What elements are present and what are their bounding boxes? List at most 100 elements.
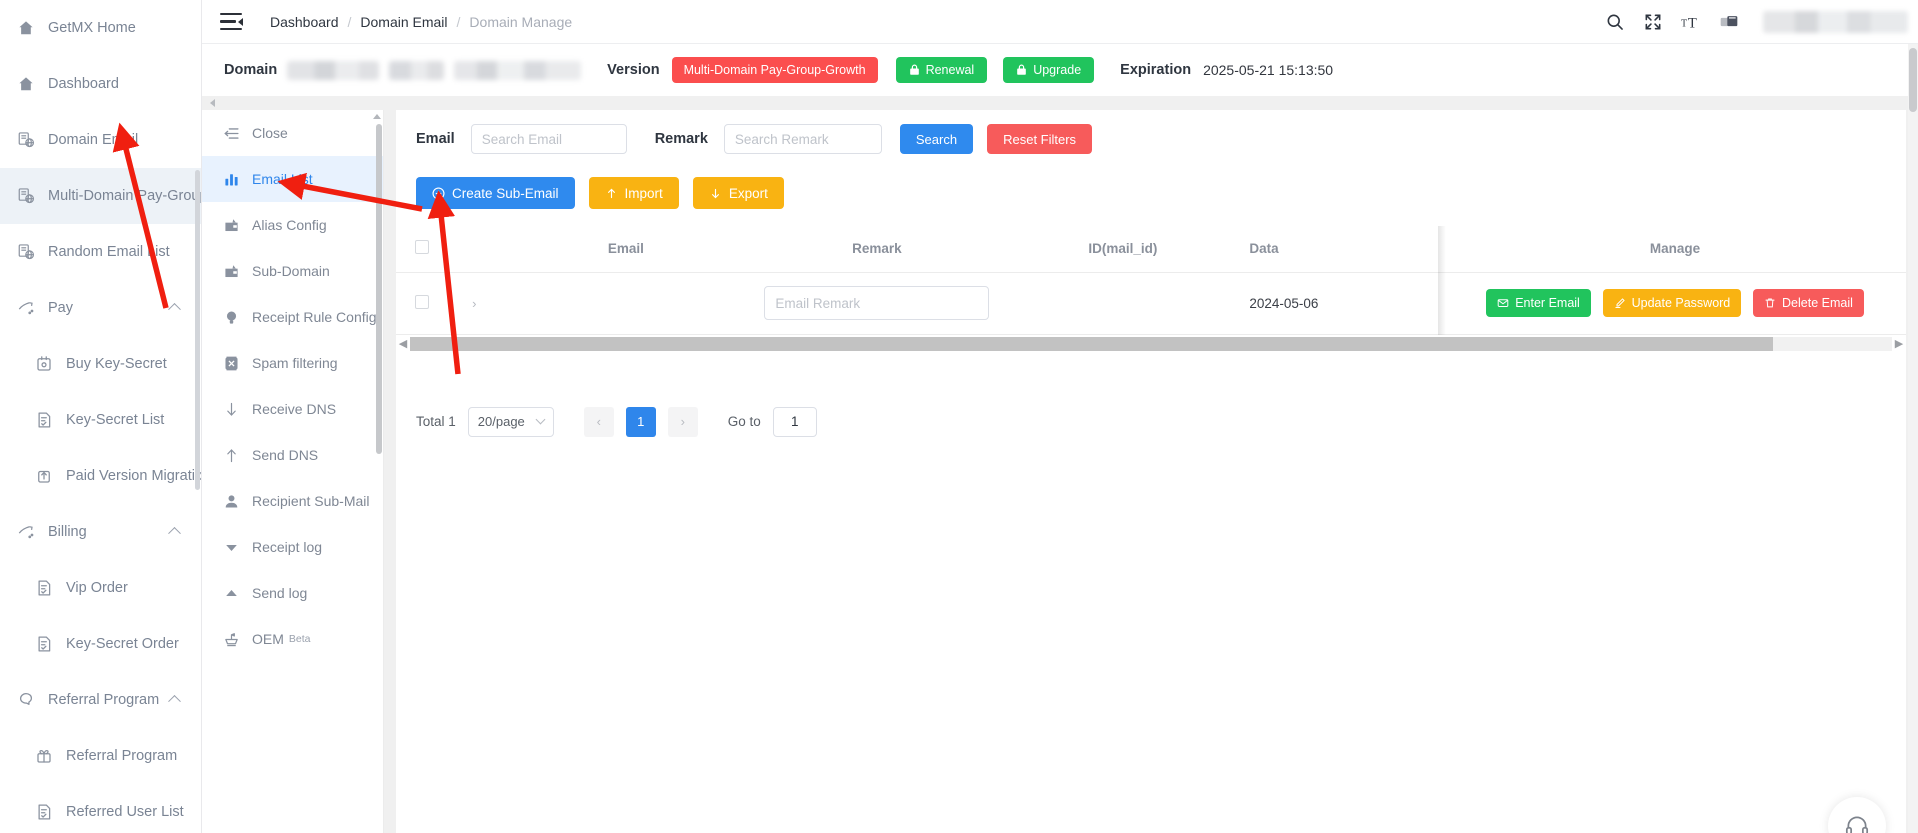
menu-item-close[interactable]: Close xyxy=(202,110,383,156)
search-email-input[interactable] xyxy=(470,124,627,154)
sidebar-item-getmx-home[interactable]: GetMX Home xyxy=(0,0,201,56)
upgrade-button[interactable]: Upgrade xyxy=(1003,57,1095,83)
select-all-checkbox[interactable] xyxy=(415,240,430,255)
pay-icon xyxy=(16,522,36,542)
oem-icon xyxy=(222,630,240,648)
domain-mail-icon xyxy=(18,244,35,260)
sidebar-item-multi-domain-pay-group[interactable]: Multi-Domain Pay-Group xyxy=(0,168,201,224)
page-size-select[interactable]: 20/page xyxy=(467,406,554,437)
prev-page-button[interactable]: ‹ xyxy=(583,406,614,437)
chevron-up-icon[interactable] xyxy=(168,694,181,708)
enter-email-button[interactable]: Enter Email xyxy=(1486,289,1591,317)
menu-item-send-dns[interactable]: Send DNS xyxy=(202,432,383,478)
pagination-total: Total 1 xyxy=(416,414,456,429)
renewal-button[interactable]: Renewal xyxy=(895,57,988,83)
sidebar-item-vip-order[interactable]: Vip Order xyxy=(0,560,201,616)
sidebar-item-label: Referral Program xyxy=(48,691,160,708)
sidebar-item-list: GetMX Home Dashboard Domain Email Multi-Dom… xyxy=(0,0,201,833)
next-page-button[interactable]: › xyxy=(667,406,698,437)
sidebar-item-paid-version-migration[interactable]: Paid Version Migration xyxy=(0,448,201,504)
page-vertical-scrollbar-thumb[interactable] xyxy=(1909,48,1917,112)
plus-circle-icon xyxy=(432,186,445,200)
sidebar-item-domain-email[interactable]: Domain Email xyxy=(0,112,201,168)
table-header-row: Email Remark ID(mail_id) Data Manage xyxy=(396,226,1906,273)
import-button[interactable]: Import xyxy=(588,177,679,209)
triangle-down-icon xyxy=(222,538,240,556)
menu-item-oem[interactable]: OEM Beta xyxy=(202,616,383,662)
chevron-up-icon[interactable] xyxy=(168,526,181,540)
sidebar-item-buy-key-secret[interactable]: Buy Key-Secret xyxy=(0,336,201,392)
sidebar-item-key-secret-order[interactable]: Key-Secret Order xyxy=(0,616,201,672)
menu-item-send-log[interactable]: Send log xyxy=(202,570,383,616)
font-size-icon[interactable]: T T xyxy=(1681,12,1701,32)
goto-page-input[interactable] xyxy=(772,406,817,437)
row-email-cell xyxy=(500,272,752,335)
panel-collapse-strip[interactable] xyxy=(202,96,1918,110)
search-icon[interactable] xyxy=(1605,12,1625,32)
menu-item-receipt-rule-config[interactable]: Receipt Rule Config xyxy=(202,294,383,340)
gift-icon xyxy=(37,749,51,763)
update-password-label: Update Password xyxy=(1631,296,1731,310)
page-vertical-scrollbar-track[interactable] xyxy=(1908,44,1918,833)
list-icon xyxy=(38,412,51,428)
row-remark-input[interactable] xyxy=(764,286,990,320)
export-button[interactable]: Export xyxy=(692,177,784,209)
sidebar-item-key-secret-list[interactable]: Key-Secret List xyxy=(0,392,201,448)
select-all-header xyxy=(396,226,449,273)
chevron-up-icon[interactable] xyxy=(168,302,181,316)
arrow-down-icon xyxy=(226,402,236,416)
scroll-left-icon[interactable]: ◀ xyxy=(396,335,410,353)
pagination: Total 1 20/page ‹ 1 › Go to xyxy=(396,387,1906,457)
sidebar-item-referral-program[interactable]: Referral Program xyxy=(0,728,201,784)
menu-item-alias-config[interactable]: Alias Config xyxy=(202,202,383,248)
fullscreen-icon[interactable] xyxy=(1643,12,1663,32)
menu-item-recipient-sub-mail[interactable]: Recipient Sub-Mail xyxy=(202,478,383,524)
menu-item-label: OEM xyxy=(252,631,284,647)
sidebar-item-billing[interactable]: Billing xyxy=(0,504,201,560)
arrow-down-icon xyxy=(222,400,240,418)
menu-item-receive-dns[interactable]: Receive DNS xyxy=(202,386,383,432)
search-button[interactable]: Search xyxy=(899,124,974,154)
update-password-button[interactable]: Update Password xyxy=(1602,289,1742,317)
breadcrumb-item-dashboard[interactable]: Dashboard xyxy=(270,14,339,30)
sidebar-scrollbar[interactable] xyxy=(195,170,200,490)
menu-item-sub-domain[interactable]: Sub-Domain xyxy=(202,248,383,294)
scroll-right-icon[interactable]: ▶ xyxy=(1892,335,1906,353)
menu-item-spam-filtering[interactable]: Spam filtering xyxy=(202,340,383,386)
sidebar-item-referral-program[interactable]: Referral Program xyxy=(0,672,201,728)
row-mail-id-cell xyxy=(1002,272,1244,335)
breadcrumb-item-domain-email[interactable]: Domain Email xyxy=(360,14,447,30)
domain-secondary-menu-list: Close Email List Alias Config Sub-Domain Rec… xyxy=(202,110,383,662)
menu-item-email-list[interactable]: Email List xyxy=(202,156,383,202)
migration-icon xyxy=(34,466,54,486)
create-sub-email-button[interactable]: Create Sub-Email xyxy=(416,177,575,209)
scroll-up-arrow-icon[interactable] xyxy=(373,114,381,119)
home-icon xyxy=(19,21,33,35)
sidebar-item-referred-user-list[interactable]: Referred User List xyxy=(0,784,201,833)
translate-icon[interactable] xyxy=(1719,12,1739,32)
row-checkbox[interactable] xyxy=(415,294,430,309)
inner-menu-scrollbar[interactable] xyxy=(376,124,382,454)
delete-email-button[interactable]: Delete Email xyxy=(1753,289,1864,317)
sidebar-item-dashboard[interactable]: Dashboard xyxy=(0,56,201,112)
spam-block-icon xyxy=(222,354,240,372)
filter-email-label: Email xyxy=(416,131,455,147)
table-horizontal-scrollbar[interactable]: ◀ ▶ xyxy=(396,334,1906,353)
reset-filters-button[interactable]: Reset Filters xyxy=(987,124,1093,154)
menu-item-receipt-log[interactable]: Receipt log xyxy=(202,524,383,570)
sidebar-item-label: Key-Secret Order xyxy=(66,635,179,652)
bar-chart-icon xyxy=(224,173,238,186)
list-icon xyxy=(38,804,51,820)
sidebar-item-random-email-list[interactable]: Random Email List xyxy=(0,224,201,280)
sidebar-item-label: Referred User List xyxy=(66,803,184,820)
hamburger-collapse-icon[interactable] xyxy=(220,12,243,31)
account-name-redacted[interactable] xyxy=(1763,11,1908,33)
sidebar-item-pay[interactable]: Pay xyxy=(0,280,201,336)
search-remark-input[interactable] xyxy=(723,124,882,154)
hscroll-thumb[interactable] xyxy=(410,336,1774,351)
filter-bar: Email Remark Search Reset Filters xyxy=(396,110,1906,168)
hscroll-track[interactable] xyxy=(410,336,1892,351)
menu-item-label: Receipt Rule Config xyxy=(252,309,377,325)
page-1-button[interactable]: 1 xyxy=(625,406,656,437)
chevron-right-icon[interactable]: › xyxy=(472,296,476,311)
